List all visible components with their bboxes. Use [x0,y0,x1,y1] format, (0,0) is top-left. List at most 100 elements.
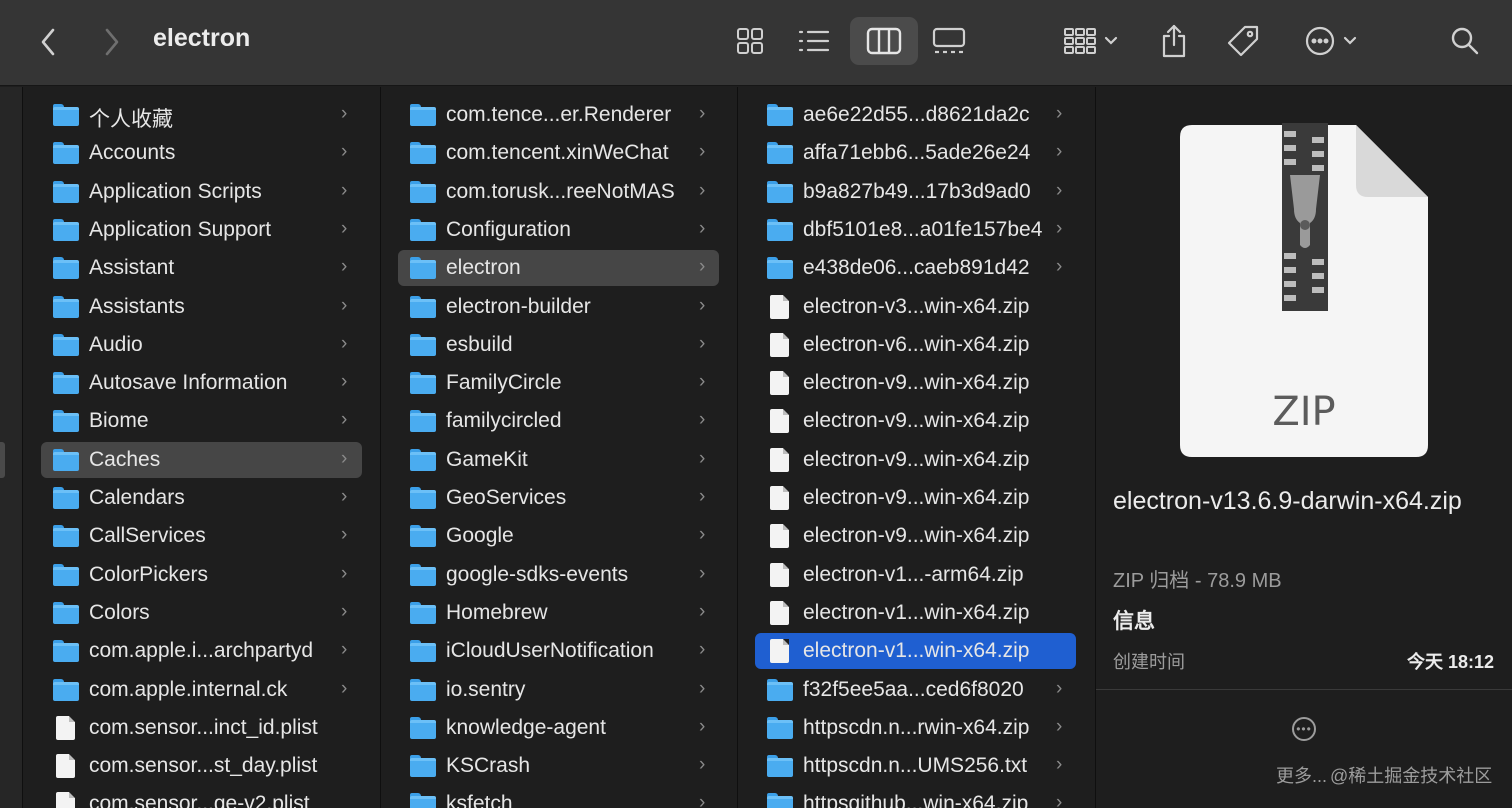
folder-row[interactable]: esbuild › [381,326,737,364]
item-name: Autosave Information [89,371,288,395]
folder-row[interactable]: Calendars › [23,479,380,517]
file-row[interactable]: electron-v1...win-x64.zip [738,594,1095,632]
folder-row[interactable]: ae6e22d55...d8621da2c › [738,96,1095,134]
folder-row[interactable]: electron › [381,249,737,287]
folder-row[interactable]: Biome › [23,402,380,440]
folder-row[interactable]: com.tence...er.Renderer › [381,96,737,134]
more-icon[interactable]: ••• [1292,717,1316,741]
folder-row[interactable]: electron-builder › [381,288,737,326]
folder-row[interactable]: f32f5ee5aa...ced6f8020 › [738,671,1095,709]
column-library[interactable]: 个人收藏 › Accounts › Application Scripts › Applic… [23,87,380,808]
folder-icon [53,640,79,663]
chevron-right-icon: › [1056,754,1063,776]
folder-row[interactable]: FamilyCircle › [381,364,737,402]
folder-row[interactable]: Assistant › [23,249,380,287]
item-name: electron-builder [446,294,591,318]
item-name: com.sensor...ge-v2.plist [89,792,310,808]
file-row[interactable]: electron-v1...win-x64.zip [738,632,1095,670]
column-caches[interactable]: com.tence...er.Renderer › com.tencent.xinW… [381,87,737,808]
folder-row[interactable]: ksfetch › [381,785,737,808]
folder-row[interactable]: com.apple.i...archpartyd › [23,632,380,670]
folder-row[interactable]: Application Support › [23,211,380,249]
preview-kind-size: ZIP 归档 - 78.9 MB [1113,570,1282,592]
folder-row[interactable]: Audio › [23,326,380,364]
chevron-right-icon: › [1056,179,1063,201]
folder-icon [53,142,79,165]
folder-row[interactable]: Caches › [23,441,380,479]
folder-row[interactable]: google-sdks-events › [381,556,737,594]
chevron-right-icon: › [341,409,348,431]
item-name: knowledge-agent [446,715,606,739]
folder-row[interactable]: ColorPickers › [23,556,380,594]
folder-row[interactable]: familycircled › [381,402,737,440]
share-button[interactable] [1154,18,1194,64]
folder-row[interactable]: dbf5101e8...a01fe157be4 › [738,211,1095,249]
folder-row[interactable]: Accounts › [23,134,380,172]
chevron-right-icon: › [699,600,706,622]
back-button[interactable] [30,22,66,62]
chevron-right-icon: › [341,141,348,163]
forward-button[interactable] [94,22,130,62]
folder-row[interactable]: com.tencent.xinWeChat › [381,134,737,172]
folder-row[interactable]: Assistants › [23,288,380,326]
item-name: ae6e22d55...d8621da2c [803,103,1030,126]
more-button[interactable]: 更多... [1276,762,1327,788]
folder-row[interactable]: b9a827b49...17b3d9ad0 › [738,173,1095,211]
window-title: electron [153,24,251,52]
folder-row[interactable]: httpscdn.n...UMS256.txt › [738,747,1095,785]
folder-row[interactable]: io.sentry › [381,671,737,709]
folder-row[interactable]: Colors › [23,594,380,632]
file-row[interactable]: com.sensor...st_day.plist [23,747,380,785]
folder-row[interactable]: iCloudUserNotification › [381,632,737,670]
folder-row[interactable]: Google › [381,517,737,555]
column-view-button[interactable] [850,17,918,65]
folder-row[interactable]: httpscdn.n...rwin-x64.zip › [738,709,1095,747]
folder-row[interactable]: GameKit › [381,441,737,479]
folder-row[interactable]: 个人收藏 › [23,96,380,134]
folder-row[interactable]: knowledge-agent › [381,709,737,747]
folder-icon [53,372,79,395]
item-name: 个人收藏 [89,108,173,131]
chevron-right-icon: › [699,179,706,201]
folder-row[interactable]: KSCrash › [381,747,737,785]
chevron-right-icon: › [1056,256,1063,278]
folder-row[interactable]: Application Scripts › [23,173,380,211]
folder-row[interactable]: e438de06...caeb891d42 › [738,249,1095,287]
item-name: electron-v9...win-x64.zip [803,447,1030,471]
folder-row[interactable]: Autosave Information › [23,364,380,402]
gallery-view-button[interactable] [926,20,972,62]
chevron-right-icon: › [699,447,706,469]
folder-icon [410,716,436,739]
file-row[interactable]: electron-v9...win-x64.zip [738,517,1095,555]
file-row[interactable]: electron-v1...-arm64.zip [738,556,1095,594]
list-view-button[interactable] [792,20,836,62]
created-label: 创建时间 [1113,652,1185,672]
item-name: com.tence...er.Renderer [446,103,672,126]
item-name: esbuild [446,332,513,356]
column-electron[interactable]: ae6e22d55...d8621da2c › affa71ebb6...5ade2… [738,87,1095,808]
chevron-right-icon: › [699,524,706,546]
folder-row[interactable]: com.apple.internal.ck › [23,671,380,709]
file-row[interactable]: com.sensor...inct_id.plist [23,709,380,747]
search-button[interactable] [1444,20,1486,62]
folder-row[interactable]: Homebrew › [381,594,737,632]
folder-row[interactable]: httpsgithub...win-x64.zip › [738,785,1095,808]
file-row[interactable]: electron-v9...win-x64.zip [738,364,1095,402]
folder-row[interactable]: Configuration › [381,211,737,249]
icon-view-button[interactable] [728,20,772,62]
file-row[interactable]: com.sensor...ge-v2.plist [23,785,380,808]
file-row[interactable]: electron-v6...win-x64.zip [738,326,1095,364]
file-row[interactable]: electron-v9...win-x64.zip [738,402,1095,440]
file-row[interactable]: electron-v9...win-x64.zip [738,479,1095,517]
item-name: Application Scripts [89,179,262,203]
group-by-button[interactable] [1056,20,1126,62]
action-menu-button[interactable] [1296,20,1366,62]
folder-row[interactable]: com.torusk...reeNotMAS › [381,173,737,211]
folder-row[interactable]: GeoServices › [381,479,737,517]
tags-button[interactable] [1222,20,1264,62]
folder-row[interactable]: affa71ebb6...5ade26e24 › [738,134,1095,172]
folder-row[interactable]: CallServices › [23,517,380,555]
chevron-right-icon: › [699,103,706,124]
file-row[interactable]: electron-v9...win-x64.zip [738,441,1095,479]
file-row[interactable]: electron-v3...win-x64.zip [738,288,1095,326]
